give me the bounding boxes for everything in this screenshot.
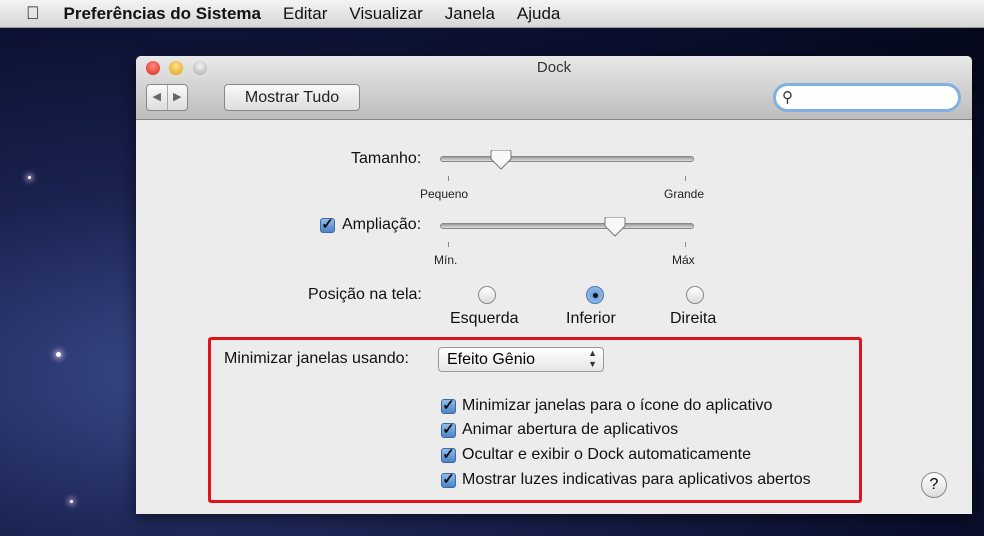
radio-bottom[interactable]: [586, 286, 604, 304]
position-label: Posição na tela:: [308, 286, 422, 303]
size-max-label: Grande: [664, 187, 705, 201]
window-title: Dock: [536, 59, 572, 76]
checkbox-label: Ocultar e exibir o Dock automaticamente: [462, 446, 752, 463]
slider-thumb[interactable]: [490, 150, 512, 170]
size-min-label: Pequeno: [420, 187, 469, 201]
position-left-label: Esquerda: [450, 310, 519, 327]
position-bottom-label: Inferior: [566, 310, 616, 327]
checkbox-autohide-dock[interactable]: ✓: [441, 447, 456, 463]
star: [70, 500, 73, 503]
star: [56, 352, 61, 357]
magnification-min-label: Mín.: [434, 253, 458, 267]
tick: [448, 176, 449, 181]
star: [28, 176, 31, 179]
back-forward-buttons: ◀ ▶: [146, 84, 188, 111]
back-button[interactable]: ◀: [147, 85, 168, 110]
tick: [685, 176, 686, 181]
show-all-button[interactable]: Mostrar Tudo: [224, 84, 360, 111]
magnification-checkbox[interactable]: ✓: [320, 217, 335, 233]
slider-thumb[interactable]: [604, 217, 626, 237]
minimize-effect-select[interactable]: Efeito Gênio ▲ ▼: [438, 347, 604, 372]
checkbox-minimize-to-icon[interactable]: ✓: [441, 398, 456, 414]
tick: [685, 242, 686, 247]
magnification-max-label: Máx: [672, 253, 695, 267]
size-slider[interactable]: [440, 150, 694, 170]
checkbox-label: Mostrar luzes indicativas para aplicativ…: [462, 471, 811, 488]
menu-window[interactable]: Janela: [445, 4, 495, 24]
size-label: Tamanho:: [351, 150, 422, 167]
minimize-label: Minimizar janelas usando:: [224, 350, 409, 367]
magnification-slider[interactable]: [440, 217, 694, 237]
search-input[interactable]: ⚲: [773, 83, 961, 112]
search-icon: ⚲: [782, 89, 793, 106]
checkbox-animate-opening[interactable]: ✓: [441, 422, 456, 438]
position-right-label: Direita: [670, 310, 717, 327]
forward-button[interactable]: ▶: [168, 85, 188, 110]
radio-right[interactable]: [686, 286, 704, 304]
menu-view[interactable]: Visualizar: [349, 4, 422, 24]
checkbox-label: Minimizar janelas para o ícone do aplica…: [462, 397, 773, 414]
apple-menu-icon[interactable]: : [26, 3, 40, 24]
menu-edit[interactable]: Editar: [283, 4, 327, 24]
magnification-label: Ampliação:: [342, 216, 422, 233]
menu-system-preferences[interactable]: Preferências do Sistema: [64, 4, 261, 24]
checkbox-indicator-lights[interactable]: ✓: [441, 472, 456, 488]
tick: [448, 242, 449, 247]
radio-left[interactable]: [478, 286, 496, 304]
help-button[interactable]: ?: [921, 472, 947, 498]
dock-preferences-window: Dock ◀ ▶ Mostrar Tudo ⚲ Tamanho: Pequeno…: [136, 56, 972, 514]
title-bar: Dock ◀ ▶ Mostrar Tudo ⚲: [136, 56, 972, 120]
checkbox-label: Animar abertura de aplicativos: [462, 421, 679, 438]
minimize-effect-value: Efeito Gênio: [447, 351, 536, 368]
menu-bar:  Preferências do Sistema Editar Visuali…: [0, 0, 984, 28]
updown-arrows-icon: ▲ ▼: [588, 348, 597, 369]
menu-help[interactable]: Ajuda: [517, 4, 560, 24]
